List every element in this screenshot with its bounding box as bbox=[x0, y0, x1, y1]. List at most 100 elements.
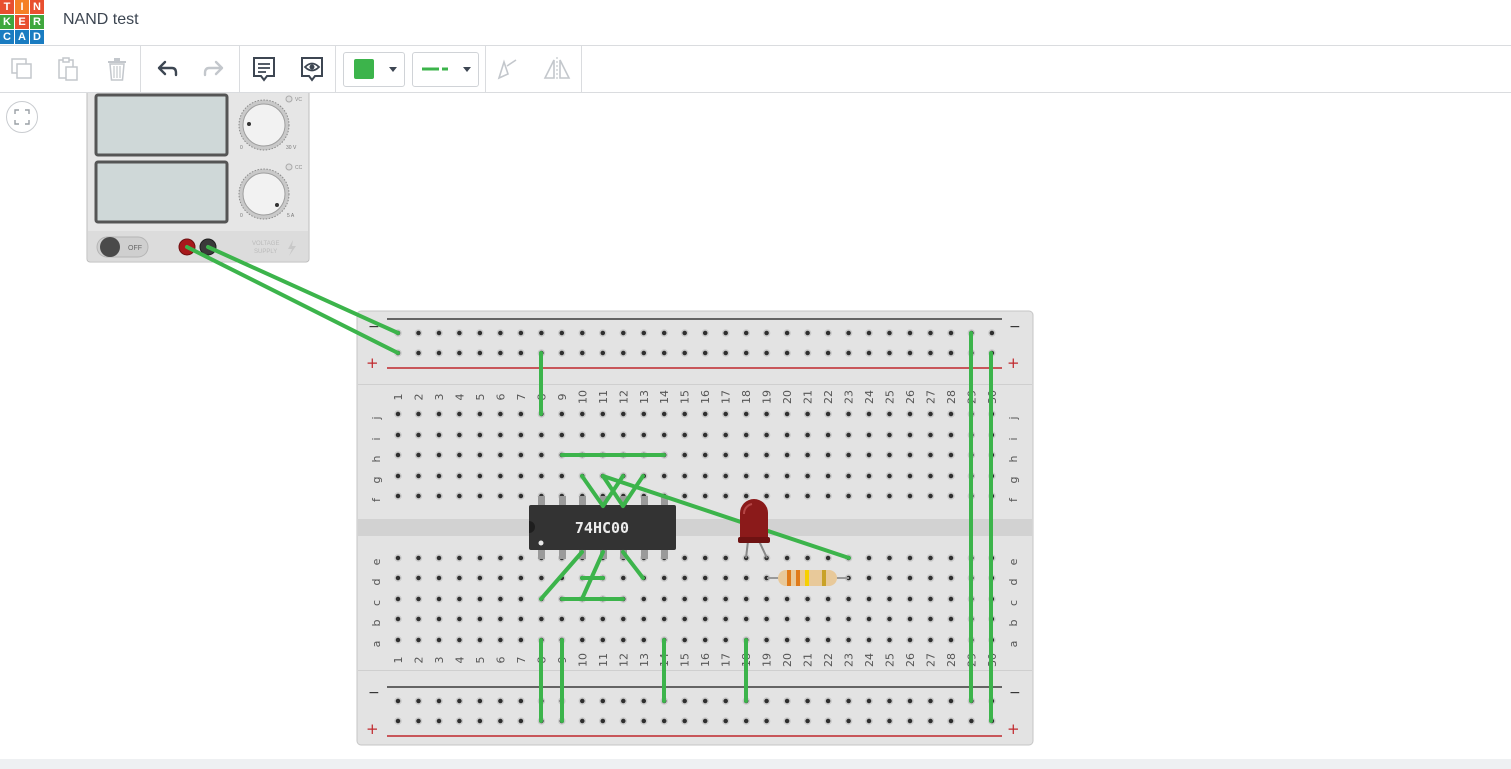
breadboard-hole[interactable] bbox=[517, 329, 525, 337]
breadboard-hole[interactable] bbox=[865, 717, 873, 725]
breadboard-hole[interactable] bbox=[680, 329, 689, 337]
breadboard-hole[interactable] bbox=[783, 636, 791, 644]
breadboard-hole[interactable] bbox=[394, 431, 402, 439]
notes-visibility-icon[interactable] bbox=[294, 51, 330, 87]
breadboard-hole[interactable] bbox=[865, 349, 873, 357]
breadboard-hole[interactable] bbox=[906, 574, 914, 582]
breadboard-hole[interactable] bbox=[865, 595, 873, 603]
breadboard-hole[interactable] bbox=[947, 697, 955, 705]
breadboard-hole[interactable] bbox=[435, 472, 443, 480]
breadboard-hole[interactable] bbox=[558, 329, 566, 337]
nand-chip[interactable]: 74HC00 bbox=[529, 505, 676, 550]
breadboard-hole[interactable] bbox=[865, 554, 873, 562]
breadboard-hole[interactable] bbox=[394, 697, 402, 705]
breadboard-hole[interactable] bbox=[947, 349, 955, 357]
breadboard-hole[interactable] bbox=[762, 717, 771, 725]
breadboard-hole[interactable] bbox=[455, 595, 464, 603]
breadboard-hole[interactable] bbox=[455, 431, 464, 439]
power-supply[interactable]: VC CC 0 30 V 0 5 A OFF VOLTAGE SUPPLY bbox=[86, 93, 310, 263]
breadboard-hole[interactable] bbox=[803, 615, 812, 623]
breadboard-hole[interactable] bbox=[680, 451, 689, 459]
breadboard-hole[interactable] bbox=[885, 636, 894, 644]
breadboard-hole[interactable] bbox=[476, 595, 484, 603]
breadboard-hole[interactable] bbox=[680, 615, 689, 623]
breadboard-hole[interactable] bbox=[844, 717, 853, 725]
breadboard-hole[interactable] bbox=[558, 472, 566, 480]
breadboard-hole[interactable] bbox=[803, 595, 812, 603]
breadboard-hole[interactable] bbox=[906, 595, 914, 603]
breadboard-hole[interactable] bbox=[783, 431, 791, 439]
breadboard-hole[interactable] bbox=[496, 472, 505, 480]
breadboard-hole[interactable] bbox=[885, 492, 894, 500]
breadboard-hole[interactable] bbox=[414, 329, 423, 337]
breadboard-hole[interactable] bbox=[414, 615, 423, 623]
breadboard-hole[interactable] bbox=[926, 554, 935, 562]
breadboard-hole[interactable] bbox=[824, 636, 832, 644]
breadboard-hole[interactable] bbox=[783, 595, 791, 603]
breadboard-hole[interactable] bbox=[517, 636, 525, 644]
breadboard-hole[interactable] bbox=[640, 717, 648, 725]
breadboard-hole[interactable] bbox=[824, 595, 832, 603]
breadboard-hole[interactable] bbox=[701, 492, 709, 500]
breadboard-hole[interactable] bbox=[803, 410, 812, 418]
breadboard-hole[interactable] bbox=[906, 697, 914, 705]
breadboard-hole[interactable] bbox=[762, 595, 771, 603]
breadboard-hole[interactable] bbox=[844, 636, 853, 644]
breadboard-hole[interactable] bbox=[619, 697, 628, 705]
breadboard-hole[interactable] bbox=[619, 636, 628, 644]
breadboard-hole[interactable] bbox=[537, 329, 546, 337]
breadboard-hole[interactable] bbox=[660, 329, 668, 337]
breadboard-hole[interactable] bbox=[414, 451, 423, 459]
breadboard-hole[interactable] bbox=[906, 410, 914, 418]
breadboard-hole[interactable] bbox=[496, 431, 505, 439]
breadboard-hole[interactable] bbox=[537, 574, 546, 582]
breadboard-hole[interactable] bbox=[906, 472, 914, 480]
breadboard-hole[interactable] bbox=[517, 431, 525, 439]
breadboard-hole[interactable] bbox=[435, 492, 443, 500]
breadboard-hole[interactable] bbox=[435, 410, 443, 418]
breadboard-hole[interactable] bbox=[394, 574, 402, 582]
breadboard-hole[interactable] bbox=[803, 697, 812, 705]
breadboard-hole[interactable] bbox=[844, 697, 853, 705]
breadboard-hole[interactable] bbox=[947, 472, 955, 480]
breadboard-hole[interactable] bbox=[906, 492, 914, 500]
breadboard-hole[interactable] bbox=[762, 472, 771, 480]
breadboard-hole[interactable] bbox=[885, 472, 894, 480]
breadboard-hole[interactable] bbox=[701, 472, 709, 480]
breadboard-hole[interactable] bbox=[865, 636, 873, 644]
breadboard-hole[interactable] bbox=[701, 554, 709, 562]
breadboard-hole[interactable] bbox=[742, 492, 750, 500]
breadboard-hole[interactable] bbox=[701, 717, 709, 725]
breadboard-hole[interactable] bbox=[947, 636, 955, 644]
breadboard-hole[interactable] bbox=[824, 349, 832, 357]
breadboard-hole[interactable] bbox=[476, 615, 484, 623]
breadboard-hole[interactable] bbox=[435, 595, 443, 603]
breadboard-hole[interactable] bbox=[803, 472, 812, 480]
notes-icon[interactable] bbox=[246, 51, 282, 87]
breadboard-hole[interactable] bbox=[783, 717, 791, 725]
breadboard-hole[interactable] bbox=[660, 595, 668, 603]
tinkercad-logo[interactable]: TIN KER CAD bbox=[0, 0, 44, 44]
breadboard-hole[interactable] bbox=[762, 349, 771, 357]
breadboard-hole[interactable] bbox=[762, 697, 771, 705]
breadboard-hole[interactable] bbox=[496, 717, 505, 725]
breadboard-hole[interactable] bbox=[701, 349, 709, 357]
breadboard-hole[interactable] bbox=[414, 431, 423, 439]
breadboard-hole[interactable] bbox=[435, 349, 443, 357]
breadboard-hole[interactable] bbox=[517, 717, 525, 725]
breadboard-hole[interactable] bbox=[783, 329, 791, 337]
breadboard-hole[interactable] bbox=[537, 615, 546, 623]
breadboard-hole[interactable] bbox=[865, 574, 873, 582]
breadboard-hole[interactable] bbox=[496, 329, 505, 337]
breadboard-hole[interactable] bbox=[762, 451, 771, 459]
breadboard-hole[interactable] bbox=[394, 492, 402, 500]
breadboard-hole[interactable] bbox=[619, 349, 628, 357]
breadboard-hole[interactable] bbox=[721, 451, 730, 459]
breadboard-hole[interactable] bbox=[578, 329, 587, 337]
breadboard-hole[interactable] bbox=[783, 615, 791, 623]
breadboard-hole[interactable] bbox=[906, 451, 914, 459]
breadboard-hole[interactable] bbox=[680, 717, 689, 725]
breadboard-hole[interactable] bbox=[496, 697, 505, 705]
breadboard-hole[interactable] bbox=[660, 349, 668, 357]
breadboard-hole[interactable] bbox=[783, 554, 791, 562]
